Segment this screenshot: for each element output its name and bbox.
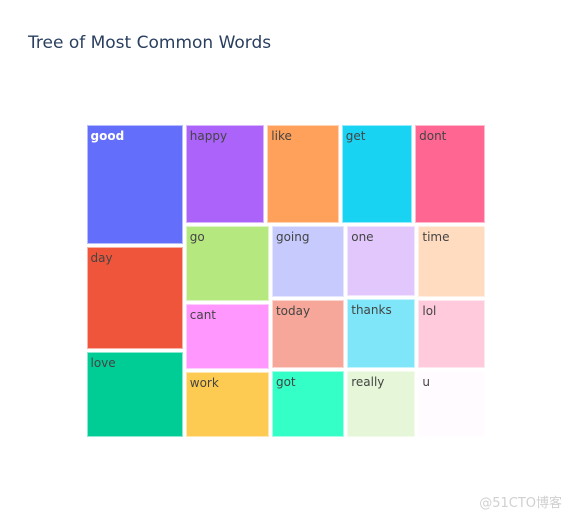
tile-label: got (275, 374, 296, 389)
treemap-tile-got[interactable]: got (271, 370, 345, 438)
treemap-tile-time[interactable]: time (418, 226, 486, 297)
tile-label: really (351, 374, 385, 389)
treemap-tile-like[interactable]: like (267, 124, 339, 224)
treemap-tile-get[interactable]: get (341, 124, 413, 224)
treemap-tile-today[interactable]: today (271, 300, 345, 368)
tile-label: time (422, 230, 450, 245)
treemap-tile-thanks[interactable]: thanks (347, 298, 416, 368)
tile-label: today (275, 304, 311, 318)
tile-label: work (189, 376, 219, 391)
tile-label: good (90, 128, 125, 143)
tile-label: like (271, 128, 292, 143)
treemap-tile-love[interactable]: love (86, 351, 183, 438)
treemap-tile-dont[interactable]: dont (415, 124, 486, 224)
treemap-tile-happy[interactable]: happy (185, 124, 265, 224)
tile-label: one (351, 230, 374, 245)
treemap-tile-go[interactable]: go (185, 226, 269, 302)
treemap-tile-lol[interactable]: lol (418, 300, 486, 368)
tile-label: happy (189, 128, 228, 143)
treemap-plot: good day love happy like get dont go cant work goi… (0, 0, 572, 525)
treemap-tile-going[interactable]: going (271, 226, 345, 297)
treemap-tile-day[interactable]: day (86, 247, 183, 349)
tile-label: day (90, 251, 113, 266)
tile-label: lol (422, 304, 437, 318)
treemap-tile-u[interactable]: u (418, 370, 486, 438)
treemap-tile-good[interactable]: good (86, 124, 183, 245)
tile-label: go (189, 230, 205, 245)
watermark: @51CTO博客 (479, 496, 562, 511)
treemap-tile-cant[interactable]: cant (185, 304, 269, 370)
tile-label: love (90, 355, 116, 370)
treemap-tile-one[interactable]: one (347, 226, 416, 296)
tile-label: get (345, 128, 366, 143)
tile-label: dont (419, 128, 447, 143)
treemap-tile-work[interactable]: work (185, 372, 269, 438)
tile-label: going (275, 230, 310, 245)
tile-label: cant (189, 308, 217, 323)
tile-label: thanks (351, 302, 392, 317)
treemap-tile-really[interactable]: really (347, 370, 416, 438)
tile-label: u (422, 374, 430, 389)
